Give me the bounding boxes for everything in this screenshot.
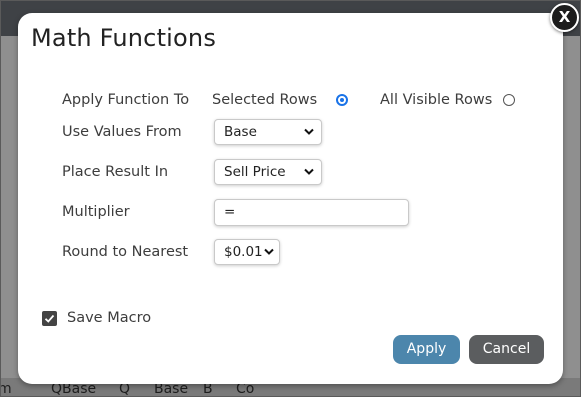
window-frame <box>0 0 581 397</box>
